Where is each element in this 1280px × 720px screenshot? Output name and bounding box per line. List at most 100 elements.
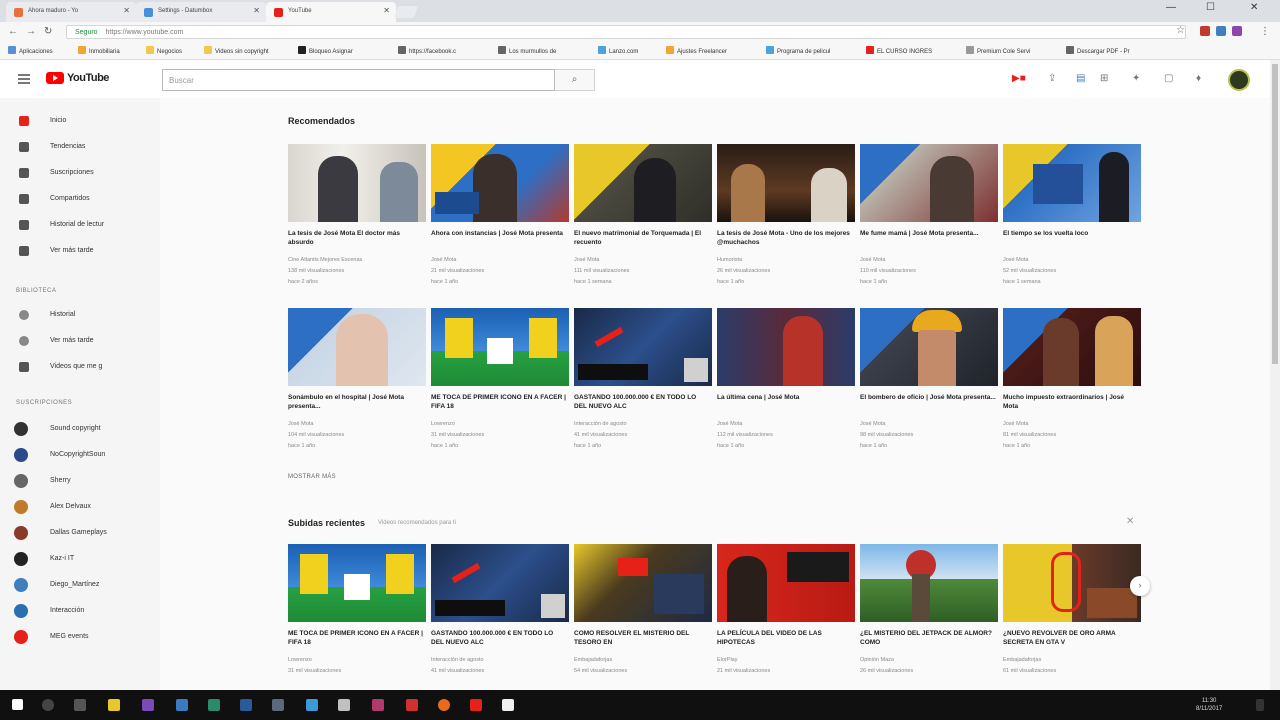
video-title[interactable]: ME TOCA DE PRIMER ICONO EN A FACER | FIF… <box>431 393 567 411</box>
video-thumbnail[interactable] <box>860 144 998 222</box>
extension-icon[interactable] <box>1232 26 1242 36</box>
new-tab-button[interactable] <box>393 6 419 18</box>
video-title[interactable]: COMO RESOLVER EL MISTERIO DEL TESORO EN <box>574 629 710 647</box>
app-icon[interactable] <box>438 699 450 711</box>
sidebar-item-library-later[interactable]: Ver más tarde <box>0 328 160 354</box>
video-thumbnail[interactable] <box>288 144 426 222</box>
video-channel[interactable]: José Mota <box>860 421 885 427</box>
bookmark-item[interactable]: EL CURSO INGRES <box>866 46 932 55</box>
video-title[interactable]: El bombero de oficio | José Mota present… <box>860 393 996 411</box>
app-icon[interactable] <box>470 699 482 711</box>
video-thumbnail[interactable] <box>288 308 426 386</box>
video-channel[interactable]: José Mota <box>288 421 313 427</box>
video-channel[interactable]: José Mota <box>1003 257 1028 263</box>
app-icon[interactable] <box>372 699 384 711</box>
video-thumbnail[interactable] <box>1003 144 1141 222</box>
video-thumbnail[interactable] <box>431 544 569 622</box>
video-title[interactable]: ¿NUEVO REVOLVER DE ORO ARMA SECRETA EN G… <box>1003 629 1139 647</box>
browser-tab[interactable]: Settings - Datumbox ✕ <box>136 2 266 22</box>
app-icon[interactable] <box>176 699 188 711</box>
app-icon[interactable] <box>208 699 220 711</box>
subscription-item[interactable]: Alex Delvaux <box>0 494 160 520</box>
video-title[interactable]: La última cena | José Mota <box>717 393 853 411</box>
sidebar-item-subscriptions[interactable]: Suscripciones <box>0 160 160 186</box>
bookmark-item[interactable]: Programa de pelicul <box>766 46 830 55</box>
maximize-icon[interactable]: ☐ <box>1206 2 1215 13</box>
video-title[interactable]: LA PELÍCULA DEL VIDEO DE LAS HIPOTECAS <box>717 629 853 647</box>
video-title[interactable]: ME TOCA DE PRIMER ICONO EN A FACER | FIF… <box>288 629 424 647</box>
search-input[interactable]: Buscar <box>162 69 555 91</box>
video-title[interactable]: El tiempo se los vuelta loco <box>1003 229 1139 247</box>
close-window-icon[interactable]: ✕ <box>1250 2 1258 13</box>
close-icon[interactable]: ✕ <box>383 6 390 15</box>
apps-grid-icon[interactable]: ⊞ <box>1100 73 1108 84</box>
video-title[interactable]: GASTANDO 100.000.000 € EN TODO LO DEL NU… <box>574 393 710 411</box>
close-icon[interactable]: ✕ <box>123 6 130 15</box>
sidebar-item-watch-later[interactable]: Ver más tarde <box>0 238 160 264</box>
video-channel[interactable]: Embajadaforjas <box>574 657 612 663</box>
messages-icon[interactable]: ▢ <box>1164 73 1173 84</box>
browser-menu-icon[interactable]: ⋮ <box>1260 26 1270 37</box>
dismiss-shelf-icon[interactable]: ✕ <box>1126 516 1134 527</box>
video-thumbnail[interactable] <box>1003 308 1141 386</box>
video-thumbnail[interactable] <box>717 544 855 622</box>
video-channel[interactable]: Interacción de agosto <box>574 421 627 427</box>
upload-icon[interactable]: ⇪ <box>1048 73 1056 84</box>
app-icon[interactable] <box>272 699 284 711</box>
sidebar-item-history[interactable]: Historial de lectur <box>0 212 160 238</box>
video-channel[interactable]: Lowrenzo <box>431 421 455 427</box>
bookmark-item[interactable]: Premium Cole Servi <box>966 46 1030 55</box>
video-channel[interactable]: Humorista <box>717 257 742 263</box>
subscription-item[interactable]: Interacción <box>0 598 160 624</box>
video-channel[interactable]: ElorPlay <box>717 657 737 663</box>
bell-icon[interactable]: ♦ <box>1196 73 1201 84</box>
show-more-button[interactable]: MOSTRAR MÁS <box>288 474 336 480</box>
forward-icon[interactable]: → <box>26 26 36 37</box>
avatar[interactable] <box>1228 69 1250 91</box>
video-thumbnail[interactable] <box>431 144 569 222</box>
video-channel[interactable]: Interacción de agosto <box>431 657 484 663</box>
video-thumbnail[interactable] <box>431 308 569 386</box>
video-thumbnail[interactable] <box>1003 544 1141 622</box>
browser-tab[interactable]: Ahora maduro - Yo ✕ <box>6 2 136 22</box>
video-thumbnail[interactable] <box>717 308 855 386</box>
video-channel[interactable]: Cine Atlantis Mejores Escenas <box>288 257 362 263</box>
video-channel[interactable]: José Mota <box>431 257 456 263</box>
back-icon[interactable]: ← <box>8 26 18 37</box>
video-title[interactable]: Sonámbulo en el hospital | José Mota pre… <box>288 393 424 411</box>
video-thumbnail[interactable] <box>288 544 426 622</box>
video-title[interactable]: La tesis de José Mota El doctor más absu… <box>288 229 424 247</box>
studio-icon[interactable]: ▤ <box>1076 73 1085 84</box>
close-icon[interactable]: ✕ <box>253 6 260 15</box>
video-channel[interactable]: Embajadaforjas <box>1003 657 1041 663</box>
notification-center-icon[interactable] <box>1256 699 1264 711</box>
app-icon[interactable] <box>406 699 418 711</box>
app-icon[interactable] <box>240 699 252 711</box>
bookmark-item[interactable]: https://facebook.c <box>398 46 456 55</box>
video-title[interactable]: El nuevo matrimonial de Torquemada | El … <box>574 229 710 247</box>
windows-start-icon[interactable] <box>12 699 23 710</box>
app-icon[interactable] <box>502 699 514 711</box>
section-title[interactable]: Subidas recientes <box>288 518 365 528</box>
subscription-item[interactable]: Dallas Gameplays <box>0 520 160 546</box>
next-arrow-icon[interactable]: › <box>1130 576 1150 596</box>
subscription-item[interactable]: MEG events <box>0 624 160 650</box>
system-clock[interactable]: 11:30 8/11/2017 <box>1196 697 1222 713</box>
video-title[interactable]: Mucho impuesto extraordinarios | José Mo… <box>1003 393 1139 411</box>
sidebar-item-trending[interactable]: Tendencias <box>0 134 160 160</box>
bookmark-item[interactable]: Negocios <box>146 46 182 55</box>
subscription-item[interactable]: NoCopyrightSoun <box>0 442 160 468</box>
video-title[interactable]: La tesis de José Mota - Uno de los mejor… <box>717 229 853 247</box>
bookmark-item[interactable]: Los murmullos de <box>498 46 556 55</box>
search-icon[interactable] <box>42 699 54 711</box>
app-icon[interactable] <box>142 699 154 711</box>
bookmark-item[interactable]: Lanzo.com <box>598 46 638 55</box>
video-channel[interactable]: José Mota <box>860 257 885 263</box>
video-title[interactable]: ¿EL MISTERIO DEL JETPACK DE ALMOR? COMO <box>860 629 996 647</box>
search-button[interactable]: ⌕ <box>555 69 595 91</box>
video-channel[interactable]: Opinión Maza <box>860 657 894 663</box>
video-title[interactable]: GASTANDO 100.000.000 € EN TODO LO DEL NU… <box>431 629 567 647</box>
subscription-item[interactable]: Kaz-i IT <box>0 546 160 572</box>
video-thumbnail[interactable] <box>717 144 855 222</box>
bookmark-item[interactable]: Videos sin copyright <box>204 46 269 55</box>
